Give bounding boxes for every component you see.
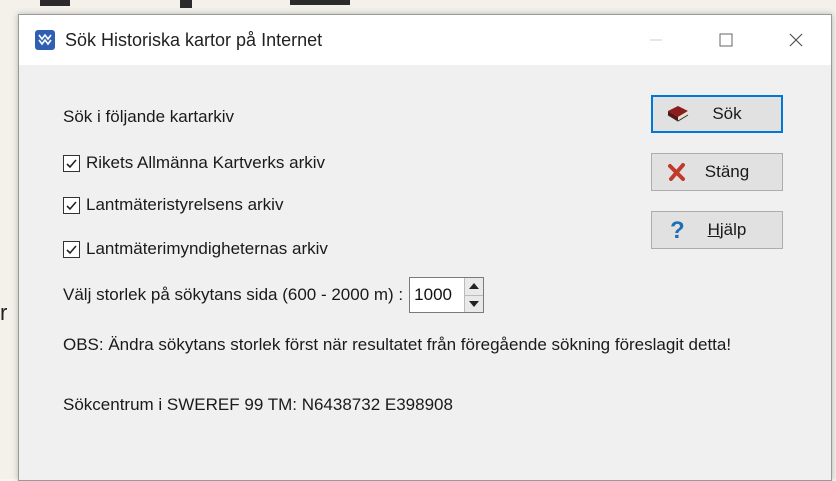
checkbox-label: Lantmäteristyrelsens arkiv <box>86 195 284 214</box>
close-button-label: Stäng <box>704 162 750 181</box>
section-label: Sök i följande kartarkiv <box>63 107 235 126</box>
size-row: Välj storlek på sökytans sida (600 - 200… <box>63 277 485 313</box>
search-center-text: Sökcentrum i SWEREF 99 TM: N6438732 E398… <box>63 395 453 414</box>
svg-text:?: ? <box>670 218 685 242</box>
window-controls <box>621 15 831 65</box>
title-bar[interactable]: Sök Historiska kartor på Internet <box>19 15 831 65</box>
dialog-content: Sök i följande kartarkiv Rikets Allmänna… <box>19 65 831 480</box>
obs-note: OBS: Ändra sökytans storlek först när re… <box>63 335 732 354</box>
checkbox[interactable] <box>63 154 80 172</box>
help-button[interactable]: ? Hjälp <box>651 211 783 249</box>
archive-checkbox-lms[interactable]: Lantmäteristyrelsens arkiv <box>63 195 283 215</box>
spin-up-button[interactable] <box>465 278 484 296</box>
book-icon <box>663 103 693 125</box>
background-text: r <box>0 300 8 325</box>
question-icon: ? <box>662 218 692 242</box>
check-icon <box>66 244 77 254</box>
archive-checkbox-lmm[interactable]: Lantmäterimyndigheternas arkiv <box>63 239 328 259</box>
arrow-up-icon <box>469 283 480 290</box>
maximize-button[interactable] <box>691 15 761 65</box>
arrow-down-icon <box>469 300 480 307</box>
help-mnemonic: H <box>707 220 720 239</box>
help-button-label: Hjälp <box>692 220 782 240</box>
maximize-icon <box>719 33 733 47</box>
checkbox-label: Rikets Allmänna Kartverks arkiv <box>86 153 326 172</box>
archive-checkbox-rak[interactable]: Rikets Allmänna Kartverks arkiv <box>63 153 325 173</box>
close-button[interactable]: Stäng <box>651 153 783 191</box>
minimize-icon <box>650 39 662 41</box>
minimize-button[interactable] <box>621 15 691 65</box>
spinner-buttons <box>464 278 484 312</box>
search-button-label: Sök <box>712 104 742 123</box>
checkbox[interactable] <box>63 196 80 214</box>
red-x-icon <box>662 163 692 181</box>
search-dialog: Sök Historiska kartor på Internet Sök i <box>18 14 832 481</box>
checkbox[interactable] <box>63 240 80 258</box>
size-label: Välj storlek på sökytans sida (600 - 200… <box>63 285 404 304</box>
close-window-button[interactable] <box>761 15 831 65</box>
spin-down-button[interactable] <box>465 295 484 312</box>
check-icon <box>66 158 77 168</box>
window-title: Sök Historiska kartor på Internet <box>65 29 323 50</box>
map-mark <box>40 0 70 6</box>
map-mark <box>290 0 350 5</box>
checkbox-label: Lantmäterimyndigheternas arkiv <box>86 239 328 258</box>
map-mark <box>180 0 192 8</box>
close-icon <box>789 33 803 47</box>
size-spinner[interactable] <box>409 277 485 313</box>
help-label-rest: jälp <box>719 220 747 239</box>
app-icon <box>35 30 55 50</box>
search-button[interactable]: Sök <box>651 95 783 133</box>
check-icon <box>66 200 77 210</box>
size-input[interactable] <box>410 278 465 312</box>
